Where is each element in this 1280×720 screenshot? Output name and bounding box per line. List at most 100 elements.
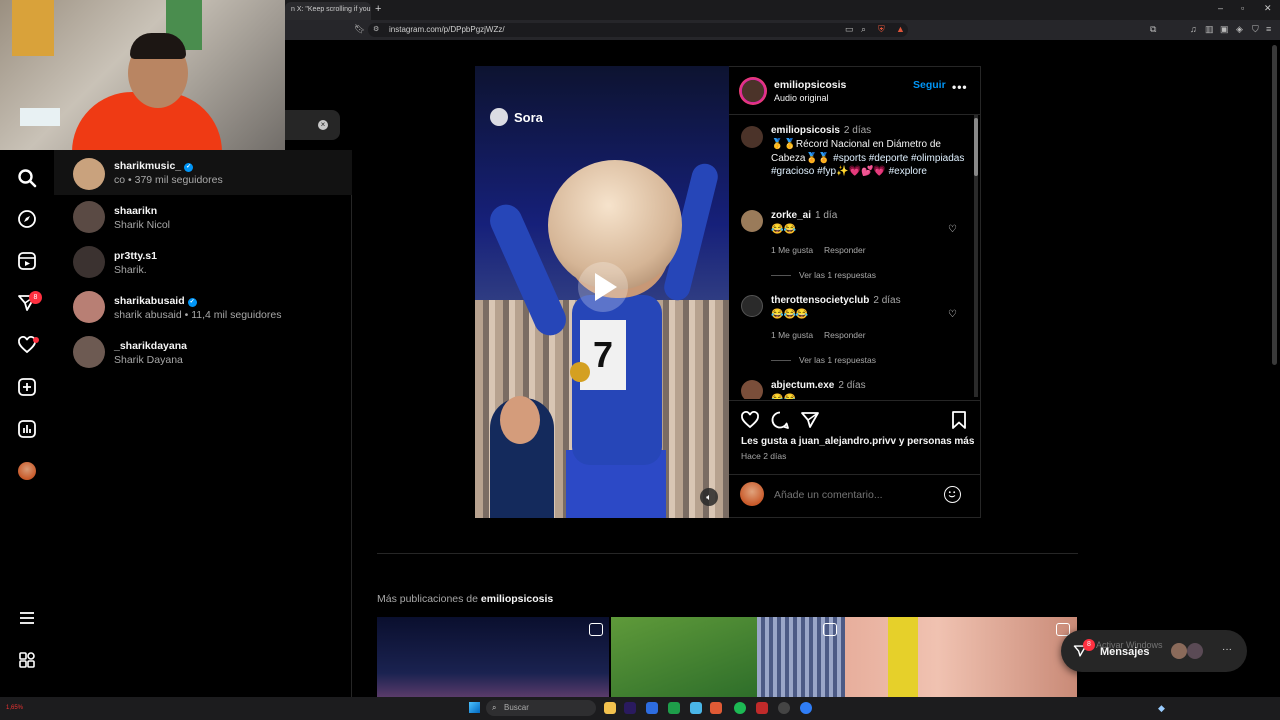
profile-avatar[interactable] bbox=[18, 462, 36, 480]
post-thumbnail[interactable] bbox=[611, 617, 757, 697]
comment-likes[interactable]: 1 Me gusta bbox=[771, 330, 813, 340]
bookmark-icon[interactable]: 🔖︎ bbox=[354, 24, 365, 35]
extensions-icon[interactable]: ⧉ bbox=[1150, 24, 1156, 35]
dashboard-icon[interactable] bbox=[14, 416, 40, 442]
follow-button[interactable]: Seguir bbox=[913, 79, 946, 91]
owner-avatar[interactable] bbox=[739, 77, 767, 105]
comment-bubble-icon[interactable] bbox=[770, 410, 790, 430]
reply-button[interactable]: Responder bbox=[824, 245, 866, 255]
spotify-icon[interactable] bbox=[734, 702, 746, 714]
webcam-overlay bbox=[0, 0, 285, 160]
browser-menu-icon[interactable]: ≡ bbox=[1266, 24, 1271, 34]
comment-avatar[interactable] bbox=[741, 380, 763, 399]
brave-browser-icon[interactable] bbox=[710, 702, 722, 714]
page-scrollbar[interactable] bbox=[1272, 45, 1277, 365]
more-posts-owner-link[interactable]: emiliopsicosis bbox=[481, 593, 553, 605]
wallet-icon[interactable]: ▣ bbox=[1220, 24, 1229, 35]
comment-text: 😂😂 bbox=[771, 224, 796, 235]
search-input[interactable] bbox=[285, 110, 340, 140]
tray-icon[interactable]: ◆ bbox=[1158, 703, 1165, 714]
brave-shield-icon[interactable]: ⛨ bbox=[878, 24, 885, 35]
comment-likes[interactable]: 1 Me gusta bbox=[771, 245, 813, 255]
address-bar[interactable]: instagram.com/p/DPpbPgzjWZz/ bbox=[368, 23, 908, 37]
post-thumbnail[interactable] bbox=[845, 617, 1077, 697]
video-man-head bbox=[500, 396, 540, 444]
vpn-icon[interactable]: ◈ bbox=[1236, 24, 1243, 35]
video-medal bbox=[570, 362, 590, 382]
app-icon[interactable] bbox=[756, 702, 768, 714]
search-result-item[interactable]: sharikmusic_ ✓ co • 379 mil seguidores bbox=[54, 150, 352, 195]
file-explorer-icon[interactable] bbox=[604, 702, 616, 714]
comment-username[interactable]: abjectum.exe 2 días bbox=[771, 380, 866, 391]
explore-icon[interactable] bbox=[14, 206, 40, 232]
cast-icon[interactable]: ▭ bbox=[845, 24, 854, 35]
search-icon[interactable] bbox=[14, 165, 40, 191]
emoji-icon[interactable] bbox=[944, 486, 961, 503]
notifications-heart-icon[interactable] bbox=[14, 332, 40, 358]
messages-pill[interactable] bbox=[1061, 630, 1247, 672]
save-bookmark-icon[interactable] bbox=[949, 410, 969, 430]
messages-more-icon[interactable]: ··· bbox=[1222, 644, 1232, 655]
caption-avatar[interactable] bbox=[741, 126, 763, 148]
comment-like-heart-icon[interactable]: ♡ bbox=[948, 224, 957, 235]
reels-icon[interactable] bbox=[14, 248, 40, 274]
site-settings-icon[interactable]: ⚙ bbox=[373, 25, 379, 33]
liked-by-text[interactable]: Les gusta a juan_alejandro.privv y perso… bbox=[741, 436, 974, 447]
minimize-button[interactable]: – bbox=[1218, 3, 1223, 13]
result-username: shaarikn bbox=[114, 205, 158, 217]
result-subtitle: Sharik Dayana bbox=[114, 354, 183, 366]
taskbar-search[interactable]: Buscar bbox=[486, 700, 596, 716]
sora-watermark: Sora bbox=[490, 108, 543, 126]
audio-link[interactable]: Audio original bbox=[774, 93, 829, 103]
reply-button[interactable]: Responder bbox=[824, 330, 866, 340]
view-replies-button[interactable]: Ver las 1 respuestas bbox=[771, 270, 876, 280]
xbox-icon[interactable] bbox=[668, 702, 680, 714]
sound-icon[interactable]: 🔈︎ bbox=[700, 488, 718, 506]
search-result-item[interactable]: shaarikn Sharik Nicol bbox=[54, 195, 352, 240]
messages-badge: 8 bbox=[29, 291, 42, 304]
premiere-icon[interactable] bbox=[624, 702, 636, 714]
close-window-button[interactable]: ✕ bbox=[1264, 3, 1272, 14]
view-replies-button[interactable]: Ver las 1 respuestas bbox=[771, 355, 876, 365]
sidebar-toggle-icon[interactable]: ▥ bbox=[1205, 24, 1214, 35]
comment-avatar[interactable] bbox=[741, 210, 763, 232]
browser-tab[interactable]: n X: "Keep scrolling if your n bbox=[285, 2, 371, 20]
comment-like-heart-icon[interactable]: ♡ bbox=[948, 309, 957, 320]
video-athlete-bib: 7 bbox=[580, 320, 626, 390]
more-options-icon[interactable]: ••• bbox=[952, 80, 968, 94]
share-icon[interactable] bbox=[800, 410, 820, 430]
app-icon[interactable] bbox=[800, 702, 812, 714]
search-result-item[interactable]: pr3tty.s1 Sharik. bbox=[54, 240, 352, 285]
clear-search-icon[interactable]: × bbox=[318, 120, 328, 130]
comment-username[interactable]: therottensocietyclub 2 días bbox=[771, 295, 901, 306]
comments-scrollbar-thumb[interactable] bbox=[974, 118, 978, 176]
music-icon[interactable]: ♫ bbox=[1190, 24, 1197, 34]
more-menu-icon[interactable] bbox=[14, 605, 40, 631]
windows-taskbar bbox=[0, 697, 1280, 720]
caption-username[interactable]: emiliopsicosis 2 días bbox=[771, 125, 871, 136]
comment-input[interactable] bbox=[774, 489, 934, 501]
app-icon[interactable] bbox=[646, 702, 658, 714]
result-username: pr3tty.s1 bbox=[114, 250, 157, 262]
post-thumbnail[interactable] bbox=[377, 617, 609, 697]
app-icon[interactable] bbox=[690, 702, 702, 714]
maximize-button[interactable]: ▫ bbox=[1241, 3, 1244, 13]
post-timestamp: Hace 2 días bbox=[741, 451, 787, 461]
notification-dot bbox=[33, 337, 39, 343]
sora-logo-icon bbox=[490, 108, 508, 126]
windows-start-icon[interactable] bbox=[469, 702, 480, 713]
search-result-item[interactable]: _sharikdayana Sharik Dayana bbox=[54, 330, 352, 375]
comment-username[interactable]: zorke_ai 1 día bbox=[771, 210, 837, 221]
like-heart-icon[interactable] bbox=[740, 410, 760, 430]
create-icon[interactable] bbox=[14, 374, 40, 400]
zoom-icon[interactable]: ⌕ bbox=[861, 24, 866, 35]
play-button[interactable] bbox=[578, 262, 628, 312]
new-tab-button[interactable]: + bbox=[375, 3, 381, 15]
shield-icon[interactable]: ⛉ bbox=[1252, 24, 1259, 35]
search-result-item[interactable]: sharikabusaid ✓ sharik abusaid • 11,4 mil… bbox=[54, 285, 352, 330]
brave-rewards-icon[interactable]: ▲ bbox=[896, 24, 905, 34]
also-from-meta-icon[interactable] bbox=[14, 647, 40, 673]
owner-username[interactable]: emiliopsicosis bbox=[774, 79, 846, 91]
comment-avatar[interactable] bbox=[741, 295, 763, 317]
obs-icon[interactable] bbox=[778, 702, 790, 714]
